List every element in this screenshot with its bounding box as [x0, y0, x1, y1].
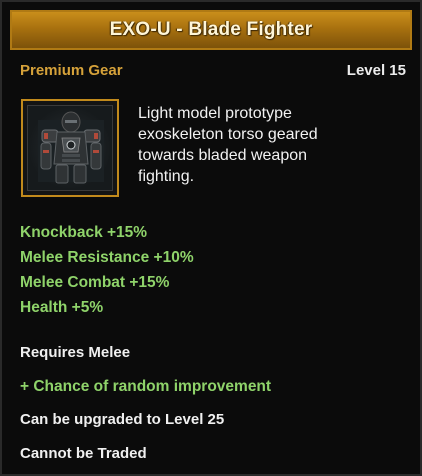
stat-health: Health +5% [20, 299, 104, 316]
stat-melee-resistance: Melee Resistance +10% [20, 249, 194, 266]
item-upgrade-info: Can be upgraded to Level 25 [20, 411, 225, 428]
item-title: EXO-U - Blade Fighter [109, 19, 313, 40]
exoskeleton-torso-icon [27, 105, 113, 191]
item-level: Level 15 [346, 62, 406, 79]
item-subheader: Premium Gear Level 15 [20, 62, 406, 79]
item-stats: Knockback +15% Melee Resistance +10% Mel… [20, 220, 194, 320]
item-description: Light model prototype exoskeleton torso … [138, 105, 318, 185]
item-quality: Premium Gear [20, 62, 123, 79]
item-tooltip: EXO-U - Blade Fighter Premium Gear Level… [0, 0, 422, 476]
item-title-bar: EXO-U - Blade Fighter [10, 10, 412, 50]
stat-melee-combat: Melee Combat +15% [20, 274, 170, 291]
item-requirement: Requires Melee [20, 344, 131, 361]
stat-knockback: Knockback +15% [20, 224, 148, 241]
item-icon-frame [21, 99, 119, 197]
item-trade-status: Cannot be Traded [20, 445, 147, 462]
item-improvement-chance: + Chance of random improvement [20, 378, 272, 395]
